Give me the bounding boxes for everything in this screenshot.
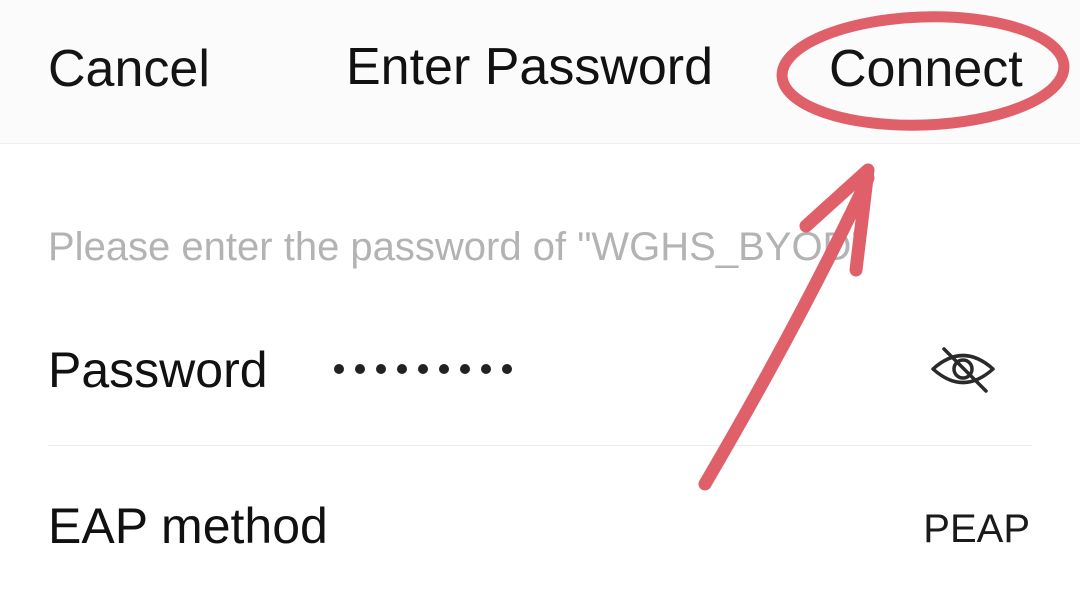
top-navigation-bar: Cancel Enter Password Connect [0,0,1080,144]
eap-method-value[interactable]: PEAP [923,506,1030,552]
password-mask-dot [376,364,386,374]
eye-off-icon[interactable] [928,344,998,394]
password-mask-dot [481,364,491,374]
cancel-button[interactable]: Cancel [48,40,210,100]
password-mask-dot [418,364,428,374]
password-mask-dot [397,364,407,374]
page-title: Enter Password [346,38,714,96]
password-hint-text: Please enter the password of "WGHS_BYOD" [48,225,866,269]
eap-method-label: EAP method [48,498,328,554]
password-mask-dot [355,364,365,374]
password-mask-dot [460,364,470,374]
password-mask-dot [502,364,512,374]
password-mask-dot [334,364,344,374]
row-divider [48,445,1032,446]
password-label: Password [48,342,268,398]
password-mask-dot [439,364,449,374]
password-field[interactable] [334,344,512,394]
connect-button[interactable]: Connect [829,40,1023,100]
